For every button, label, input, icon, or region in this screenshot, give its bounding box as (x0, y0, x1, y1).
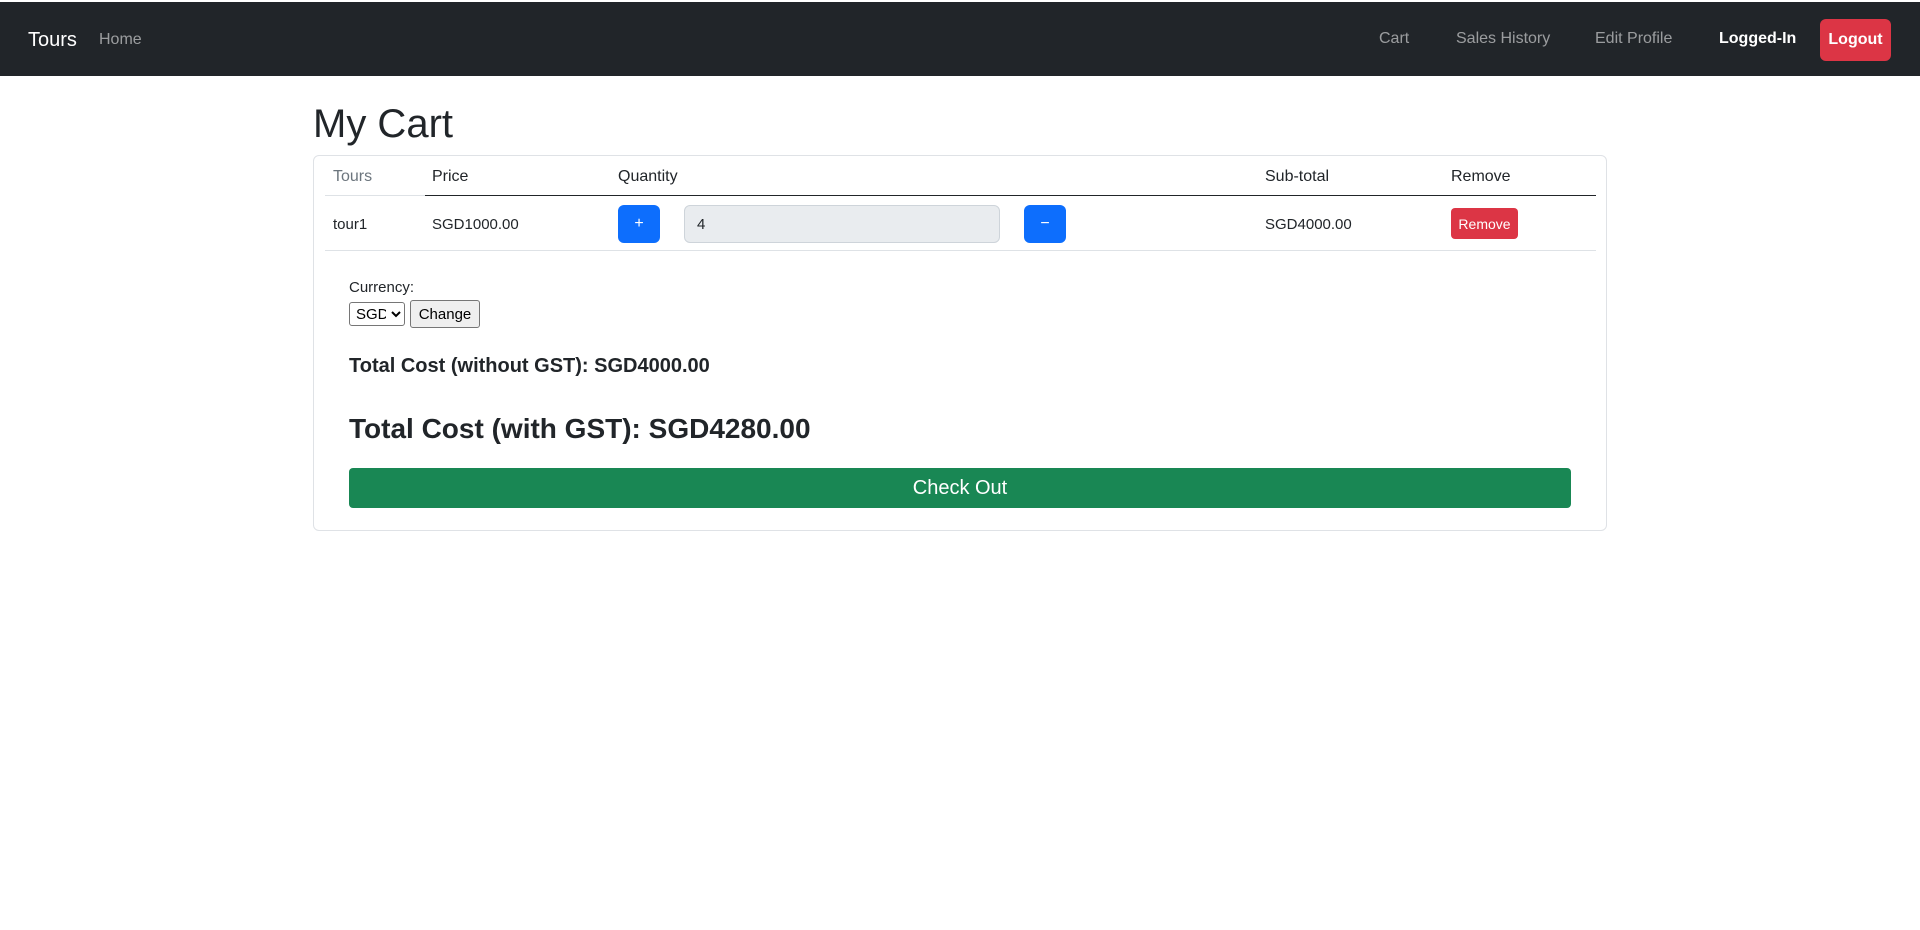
nav-sales-history-link[interactable]: Sales History (1456, 29, 1550, 49)
total-with-gst: Total Cost (with GST): SGD4280.00 (349, 413, 811, 444)
total-without-gst: Total Cost (without GST): SGD4000.00 (349, 355, 710, 377)
column-header-subtotal: Sub-total (1265, 168, 1330, 185)
change-currency-button[interactable]: Change (410, 300, 480, 328)
logout-button[interactable]: Logout (1820, 19, 1891, 61)
nav-home-link[interactable]: Home (99, 30, 142, 50)
decrease-quantity-button[interactable]: − (1024, 205, 1066, 243)
tour-subtotal: SGD4000.00 (1265, 216, 1352, 233)
column-header-remove: Remove (1451, 168, 1511, 185)
remove-item-button[interactable]: Remove (1451, 208, 1518, 239)
tour-name: tour1 (333, 216, 368, 233)
checkout-button[interactable]: Check Out (349, 468, 1571, 508)
page-title: My Cart (313, 102, 453, 146)
column-header-quantity: Quantity (618, 168, 678, 185)
currency-select[interactable]: SGD (349, 302, 405, 326)
nav-cart-link[interactable]: Cart (1379, 29, 1409, 49)
header-divider (425, 195, 1596, 196)
header-divider-light (325, 195, 425, 196)
tour-price: SGD1000.00 (432, 216, 519, 233)
currency-label: Currency: (349, 279, 415, 296)
cart-card: Tours Price Quantity Sub-total Remove to… (313, 155, 1607, 531)
top-navbar: Tours Home Cart Sales History Edit Profi… (0, 2, 1920, 76)
column-header-price: Price (432, 168, 469, 185)
login-status-text: Logged-In (1719, 30, 1797, 47)
row-divider (325, 250, 1596, 251)
column-header-tours: Tours (333, 168, 373, 185)
increase-quantity-button[interactable]: + (618, 205, 660, 243)
brand-link[interactable]: Tours (28, 28, 77, 52)
quantity-input[interactable] (684, 205, 1000, 243)
nav-edit-profile-link[interactable]: Edit Profile (1595, 29, 1672, 49)
cart-table: Tours Price Quantity Sub-total Remove to… (325, 156, 1596, 252)
